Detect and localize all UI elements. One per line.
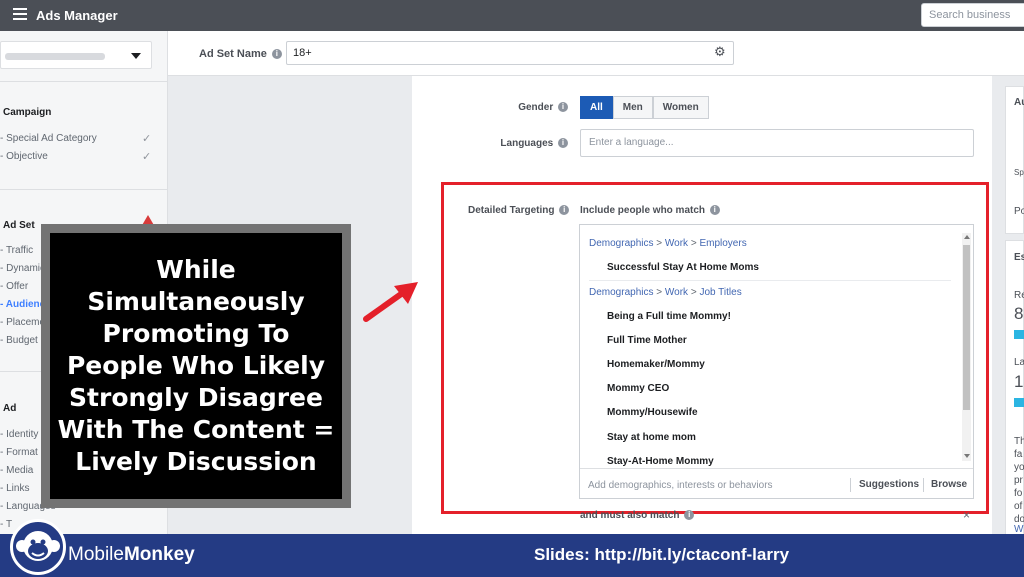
reach-bar (1014, 330, 1024, 339)
scroll-down-icon[interactable] (964, 454, 970, 458)
gender-segmented-control: All Men Women (580, 96, 709, 119)
sidebar-item-identity[interactable]: - Identity (0, 429, 38, 440)
search-business-input[interactable]: Search business (921, 3, 1024, 27)
languages-input[interactable]: Enter a language... (580, 129, 974, 157)
info-icon[interactable]: i (709, 205, 720, 216)
divider (0, 189, 168, 190)
right-panel-text: 8 (1014, 304, 1024, 323)
sidebar-item-special-ad-category[interactable]: - Special Ad Category (0, 133, 97, 144)
divider (850, 478, 851, 492)
gender-men-button[interactable]: Men (612, 96, 653, 119)
brand-name: MobileMonkey (68, 544, 195, 565)
list-scrollbar[interactable] (962, 233, 971, 461)
gear-icon[interactable]: ⚙ (714, 44, 726, 60)
checkmark-icon: ✓ (142, 133, 152, 145)
include-people-label: Include people who match i (580, 205, 720, 216)
list-item[interactable]: Mommy/Housewife (607, 407, 698, 418)
info-icon[interactable]: i (558, 138, 568, 149)
info-icon[interactable]: i (559, 205, 570, 216)
info-icon[interactable]: i (684, 510, 695, 521)
sidebar-item-traffic[interactable]: - Traffic (0, 245, 33, 256)
right-panel-text: pr (1014, 475, 1023, 486)
targeting-breadcrumb[interactable]: Demographics > Work > Employers (589, 238, 747, 249)
slides-link[interactable]: Slides: http://bit.ly/ctaconf-larry (534, 545, 789, 565)
caption-text: While Simultaneously Promoting To People… (57, 255, 335, 476)
list-item[interactable]: Stay-At-Home Mommy (607, 456, 714, 467)
section-ad[interactable]: Ad (3, 403, 16, 414)
divider (0, 81, 168, 82)
gender-women-button[interactable]: Women (652, 96, 709, 119)
languages-label: Languages i (472, 138, 568, 149)
monkey-logo (10, 519, 66, 575)
scroll-up-icon[interactable] (964, 235, 970, 239)
right-panel-text: Re (1014, 290, 1024, 301)
gender-label: Gender i (472, 102, 568, 113)
divider (923, 478, 924, 492)
section-ad-set[interactable]: Ad Set (3, 220, 35, 231)
must-also-match-label: and must also match i (580, 510, 695, 521)
list-item[interactable]: Successful Stay At Home Moms (607, 262, 759, 273)
divider (589, 280, 951, 281)
targeting-breadcrumb[interactable]: Demographics > Work > Job Titles (589, 287, 742, 298)
chevron-down-icon (131, 53, 141, 59)
app-title: Ads Manager (36, 8, 118, 23)
reach-bar (1014, 398, 1024, 407)
sidebar-item-objective[interactable]: - Objective (0, 151, 48, 162)
close-icon[interactable]: × (963, 508, 970, 522)
sidebar-item-dynamic[interactable]: - Dynamic (0, 263, 45, 274)
info-icon[interactable]: i (558, 102, 568, 113)
right-panel-text: Po (1014, 206, 1024, 217)
detailed-targeting-label: Detailed Targeting i (468, 205, 570, 216)
targeting-list: Demographics > Work > Employers Successf… (579, 224, 974, 499)
list-item[interactable]: Homemaker/Mommy (607, 359, 705, 370)
scroll-thumb[interactable] (963, 245, 970, 410)
detailed-targeting-highlight: Detailed Targeting i Include people who … (441, 182, 989, 514)
sidebar-item-offer[interactable]: - Offer (0, 281, 28, 292)
sidebar-item-format[interactable]: - Format (0, 447, 38, 458)
account-dropdown[interactable] (0, 41, 152, 69)
list-item[interactable]: Full Time Mother (607, 335, 687, 346)
add-targeting-input[interactable]: Add demographics, interests or behaviors (588, 480, 773, 491)
right-panel-text: Th (1014, 436, 1024, 447)
right-panel-text: fo (1014, 488, 1023, 499)
right-panel-text: Au (1014, 97, 1024, 108)
sidebar-item-links[interactable]: - Links (0, 483, 29, 494)
sidebar-item-budget[interactable]: - Budget (0, 335, 38, 346)
suggestions-button[interactable]: Suggestions (859, 479, 919, 490)
sidebar-item-media[interactable]: - Media (0, 465, 33, 476)
ad-set-name-bar: Ad Set Name i 18+ ⚙ (168, 31, 1024, 76)
right-panel-text: 1 (1014, 372, 1024, 391)
targeting-list-footer: Add demographics, interests or behaviors… (580, 468, 973, 498)
right-panel-text: fa (1014, 449, 1023, 460)
footer-banner: MobileMonkey Slides: http://bit.ly/ctaco… (0, 534, 1024, 577)
top-bar: Ads Manager Search business (0, 0, 1024, 31)
info-icon[interactable]: i (271, 49, 282, 60)
sidebar-item-t[interactable]: - T (0, 519, 12, 530)
gender-all-button[interactable]: All (580, 96, 613, 119)
caption-overlay: While Simultaneously Promoting To People… (41, 224, 351, 508)
checkmark-icon: ✓ (142, 151, 152, 163)
red-arrow-icon (363, 282, 418, 322)
ad-set-name-label: Ad Set Name i (199, 48, 282, 60)
browse-button[interactable]: Browse (931, 479, 967, 490)
targeting-list-items: Demographics > Work > Employers Successf… (580, 225, 961, 468)
ad-set-name-input[interactable]: 18+ (286, 41, 734, 65)
account-name-blurred (5, 53, 105, 60)
right-panel-text: yo (1014, 462, 1024, 473)
right-panel-text: La (1014, 357, 1024, 368)
right-panel-text: of (1014, 501, 1023, 512)
section-campaign[interactable]: Campaign (3, 107, 51, 118)
monkey-face-icon (16, 531, 60, 561)
list-item[interactable]: Stay at home mom (607, 432, 696, 443)
hamburger-menu-icon[interactable] (13, 8, 27, 20)
right-panel-text: Sp (1014, 168, 1024, 177)
right-panel-text: Es (1014, 252, 1024, 263)
list-item[interactable]: Being a Full time Mommy! (607, 311, 731, 322)
list-item[interactable]: Mommy CEO (607, 383, 669, 394)
